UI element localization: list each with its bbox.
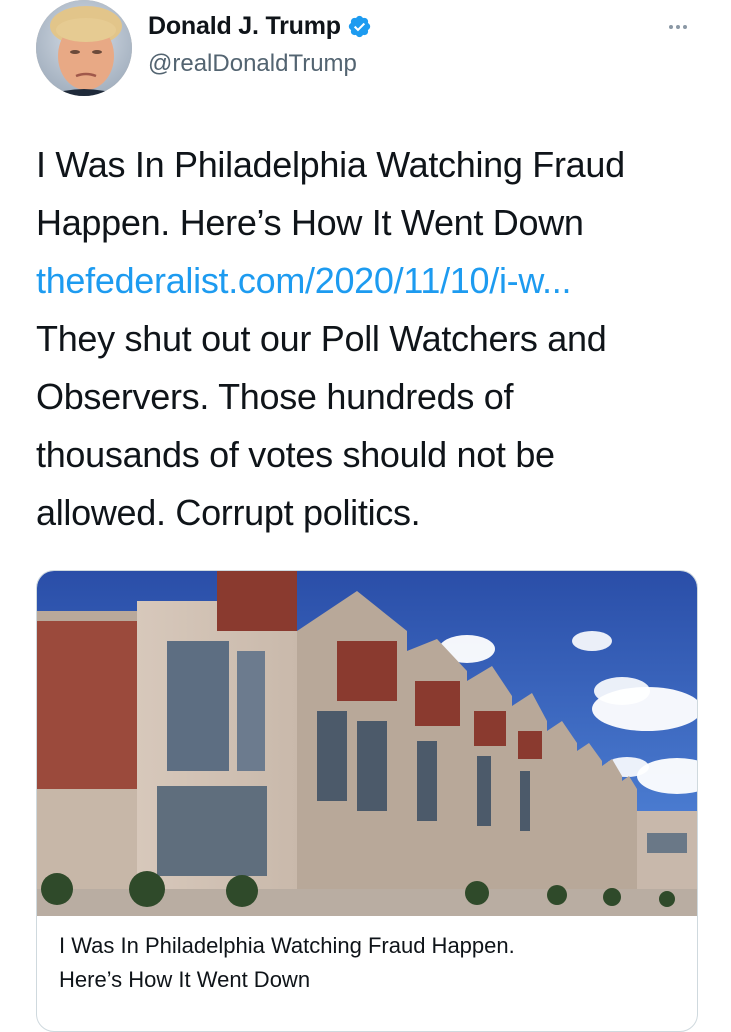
- card-title-line: Here’s How It Went Down: [59, 967, 311, 992]
- tweet-text: I Was In Philadelphia Watching Fraud Hap…: [36, 136, 696, 542]
- tweet-text-line: I Was In Philadelphia Watching Fraud: [36, 144, 625, 185]
- tweet-text-line: Happen. Here’s How It Went Down: [36, 202, 584, 243]
- author-handle[interactable]: @realDonaldTrump: [148, 50, 357, 78]
- tweet-text-line: allowed. Corrupt politics.: [36, 492, 421, 533]
- more-horizontal-icon[interactable]: [663, 12, 693, 42]
- link-preview-card[interactable]: I Was In Philadelphia Watching Fraud Hap…: [36, 570, 698, 1032]
- author-name-row[interactable]: Donald J. Trump: [148, 12, 372, 41]
- author-display-name[interactable]: Donald J. Trump: [148, 12, 341, 41]
- avatar[interactable]: [36, 0, 132, 96]
- tweet-text-line: thousands of votes should not be: [36, 434, 555, 475]
- card-image[interactable]: [37, 571, 697, 916]
- tweet-text-line: Observers. Those hundreds of: [36, 376, 514, 417]
- avatar-image: [36, 0, 132, 96]
- card-title-line: I Was In Philadelphia Watching Fraud Hap…: [59, 933, 515, 958]
- tweet-text-line: They shut out our Poll Watchers and: [36, 318, 607, 359]
- verified-badge-icon: [347, 14, 372, 39]
- tweet-link[interactable]: thefederalist.com/2020/11/10/i-w...: [36, 260, 571, 301]
- card-title[interactable]: I Was In Philadelphia Watching Fraud Hap…: [59, 929, 679, 997]
